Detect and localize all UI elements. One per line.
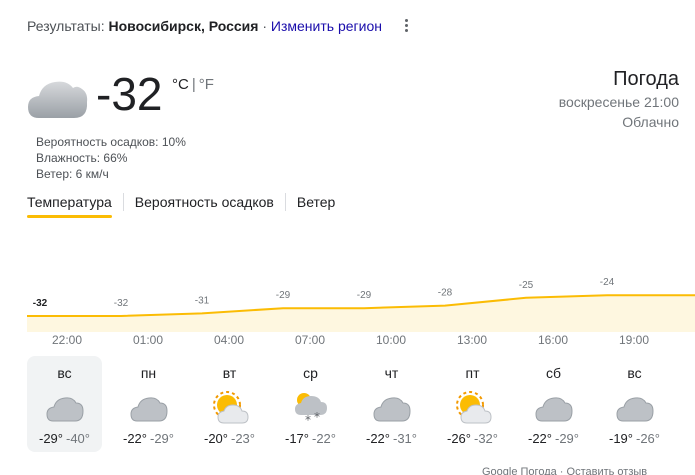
unit-toggle: °C | °F [172, 76, 214, 93]
temperature-point-label: -24 [600, 277, 615, 288]
snow-icon: * * [291, 391, 331, 427]
day-high: -22° [123, 431, 147, 446]
hour-label: 13:00 [456, 333, 488, 347]
weather-title: Погода [613, 68, 679, 90]
day-low: -29° [150, 431, 174, 446]
tab-wind[interactable]: Ветер [286, 192, 347, 216]
hour-label: 16:00 [537, 333, 569, 347]
daily-forecast: вс -29° -40° пн -22° -29° вт -20° -23° ср * * -17° -2… [27, 356, 675, 452]
results-line: Результаты: Новосибирск, Россия · Измени… [27, 18, 382, 34]
partly-sunny-icon [210, 391, 250, 425]
forecast-day[interactable]: вт -20° -23° [189, 356, 270, 452]
day-name: вс [57, 365, 72, 381]
day-high: -29° [39, 431, 63, 446]
cloud-icon [534, 391, 574, 425]
day-temperatures: -29° -40° [27, 431, 102, 446]
day-name: вс [627, 365, 642, 381]
day-high: -20° [204, 431, 228, 446]
day-name: чт [384, 365, 399, 381]
day-low: -23° [231, 431, 255, 446]
day-low: -26° [636, 431, 660, 446]
wind: Ветер: 6 км/ч [36, 167, 109, 181]
svg-text:*: * [305, 413, 311, 425]
celsius-unit[interactable]: °C [172, 76, 189, 93]
precipitation-chance: Вероятность осадков: 10% [36, 135, 186, 149]
day-temperatures: -19° -26° [594, 431, 675, 446]
hour-label: 10:00 [375, 333, 407, 347]
feedback-link[interactable]: Оставить отзыв [567, 466, 648, 475]
forecast-tabs: Температура Вероятность осадков Ветер [27, 192, 346, 220]
unit-separator: | [191, 76, 196, 93]
day-name: вт [222, 365, 237, 381]
day-high: -22° [366, 431, 390, 446]
forecast-day[interactable]: пт -26° -32° [432, 356, 513, 452]
tab-temperature[interactable]: Температура [27, 192, 123, 218]
day-high: -19° [609, 431, 633, 446]
day-temperatures: -26° -32° [432, 431, 513, 446]
day-low: -32° [474, 431, 498, 446]
day-low: -29° [555, 431, 579, 446]
day-name: ср [303, 365, 318, 381]
day-name: пн [140, 365, 157, 381]
current-temperature: -32 [96, 68, 163, 120]
cloud-icon [28, 81, 88, 118]
svg-text:*: * [314, 410, 320, 424]
day-temperatures: -22° -29° [513, 431, 594, 446]
temperature-point-label: -29 [276, 290, 291, 301]
footer: Google Погода · Оставить отзыв [482, 466, 647, 475]
hour-label: 04:00 [213, 333, 245, 347]
cloud-icon [372, 391, 412, 425]
day-name: сб [545, 365, 562, 381]
forecast-day[interactable]: сб -22° -29° [513, 356, 594, 452]
temperature-point-label: -29 [357, 290, 372, 301]
day-temperatures: -22° -31° [351, 431, 432, 446]
change-region-link[interactable]: Изменить регион [271, 18, 382, 34]
temperature-point-label: -31 [195, 295, 210, 306]
day-high: -26° [447, 431, 471, 446]
location-name: Новосибирск, Россия [108, 18, 259, 34]
separator: · [262, 18, 268, 34]
temperature-point-label: -25 [519, 280, 534, 291]
weather-summary: Погода воскресенье 21:00 Облачно [559, 66, 679, 132]
day-temperatures: -20° -23° [189, 431, 270, 446]
temperature-chart: -32 -32 -31 -29 -29 -28 -25 -24 [27, 277, 695, 332]
source-link[interactable]: Google Погода [482, 466, 557, 475]
forecast-day[interactable]: пн -22° -29° [108, 356, 189, 452]
forecast-day[interactable]: чт -22° -31° [351, 356, 432, 452]
more-options-icon[interactable] [401, 18, 411, 34]
cloud-icon [129, 391, 169, 425]
forecast-day[interactable]: вс -19° -26° [594, 356, 675, 452]
temperature-point-label: -32 [33, 298, 48, 309]
tab-precipitation[interactable]: Вероятность осадков [124, 192, 285, 216]
day-temperatures: -22° -29° [108, 431, 189, 446]
hour-labels: 22:00 01:00 04:00 07:00 10:00 13:00 16:00 19:00 [27, 333, 695, 349]
results-prefix: Результаты: [27, 18, 105, 34]
day-low: -31° [393, 431, 417, 446]
day-name: пт [465, 365, 480, 381]
hour-label: 22:00 [51, 333, 83, 347]
forecast-day[interactable]: вс -29° -40° [27, 356, 102, 452]
fahrenheit-unit[interactable]: °F [199, 76, 214, 93]
day-high: -17° [285, 431, 309, 446]
day-low: -22° [312, 431, 336, 446]
weather-details: Вероятность осадков: 10% Влажность: 66% … [36, 134, 186, 182]
footer-separator: · [559, 466, 564, 475]
weather-datetime: воскресенье 21:00 [558, 94, 679, 110]
forecast-day[interactable]: ср * * -17° -22° [270, 356, 351, 452]
cloud-icon [615, 391, 655, 425]
temperature-point-label: -32 [114, 298, 129, 309]
humidity: Влажность: 66% [36, 151, 128, 165]
weather-condition: Облачно [622, 114, 679, 130]
temperature-point-label: -28 [438, 288, 453, 299]
day-low: -40° [66, 431, 90, 446]
day-high: -22° [528, 431, 552, 446]
hour-label: 01:00 [132, 333, 164, 347]
hour-label: 07:00 [294, 333, 326, 347]
day-temperatures: -17° -22° [270, 431, 351, 446]
hour-label: 19:00 [618, 333, 650, 347]
partly-sunny-icon [453, 391, 493, 425]
cloud-icon [45, 391, 85, 425]
